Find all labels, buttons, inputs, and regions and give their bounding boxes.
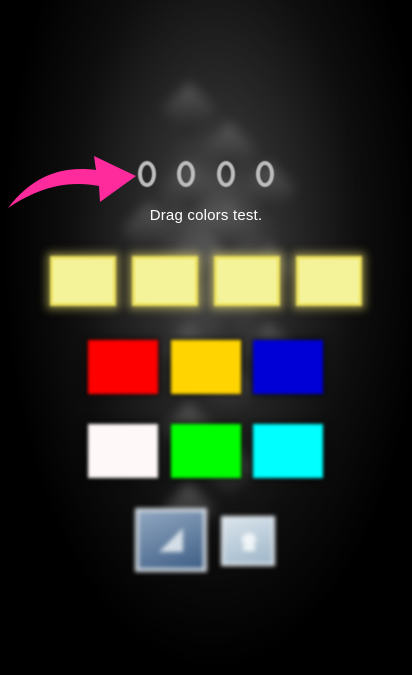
- progress-dots: [138, 152, 274, 196]
- drop-slot-4[interactable]: [296, 256, 362, 306]
- progress-dot: [138, 161, 156, 187]
- green-swatch[interactable]: [170, 424, 241, 478]
- swatch-row-bottom: [88, 424, 323, 480]
- drop-slot-1[interactable]: [50, 256, 116, 306]
- small-picture-icon: [242, 533, 256, 551]
- white-swatch[interactable]: [88, 424, 158, 478]
- progress-dot: [255, 161, 274, 187]
- pink-curved-arrow-icon: [8, 156, 136, 208]
- drop-slot-3[interactable]: [214, 256, 280, 306]
- game-screen: Drag colors test.: [0, 0, 412, 675]
- blue-swatch[interactable]: [253, 340, 323, 394]
- picture-frame-button[interactable]: [135, 508, 207, 572]
- drop-slots: [50, 256, 362, 308]
- progress-dot: [177, 161, 196, 187]
- small-picture-button[interactable]: [221, 516, 275, 566]
- swatch-row-top: [88, 340, 323, 396]
- cyan-swatch[interactable]: [253, 424, 323, 478]
- picture-frame-icon: [159, 528, 183, 552]
- progress-dot: [216, 161, 235, 187]
- red-swatch[interactable]: [88, 340, 158, 394]
- bottom-buttons: [135, 508, 285, 578]
- yellow-swatch[interactable]: [170, 340, 241, 394]
- drop-slot-2[interactable]: [132, 256, 198, 306]
- instruction-text: Drag colors test.: [149, 207, 263, 224]
